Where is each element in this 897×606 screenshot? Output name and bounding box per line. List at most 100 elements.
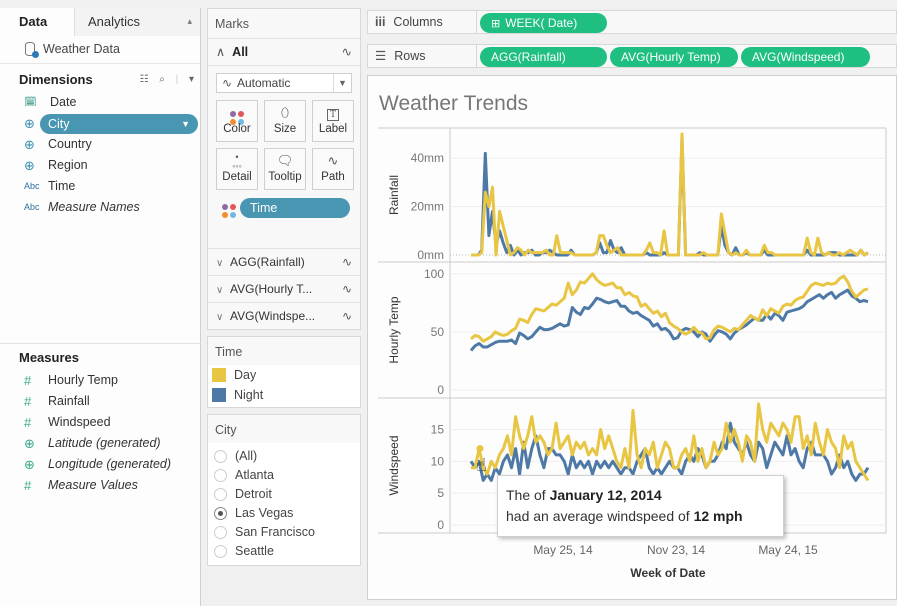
- datasource-name: Weather Data: [43, 42, 120, 56]
- y-axis-label: Rainfall: [387, 175, 401, 215]
- city-option-all[interactable]: (All): [208, 447, 360, 466]
- datasource-item[interactable]: Weather Data: [0, 36, 200, 64]
- option-label: Seattle: [235, 544, 274, 558]
- city-option-atlanta[interactable]: Atlanta: [208, 466, 360, 485]
- hourly-temp-pill[interactable]: AVG(Hourly Temp): [610, 47, 738, 67]
- radio-button[interactable]: [214, 545, 227, 558]
- radio-button[interactable]: [214, 488, 227, 501]
- radio-button-selected[interactable]: [214, 507, 227, 520]
- field-label: Longitude (generated): [48, 457, 172, 471]
- y-tick-label: 15: [431, 422, 445, 436]
- tooltip-button[interactable]: 🗨 Tooltip: [264, 148, 306, 190]
- path-icon: ∿: [327, 153, 339, 168]
- city-filter-title: City: [208, 415, 360, 443]
- city-option-san-francisco[interactable]: San Francisco: [208, 523, 360, 542]
- y-tick-label: 100: [424, 267, 444, 281]
- measures-title: Measures: [19, 350, 79, 365]
- measure-rainfall[interactable]: # Rainfall: [0, 391, 201, 412]
- measure-longitude[interactable]: ⊕ Longitude (generated): [0, 454, 201, 475]
- y-axis-label: Windspeed: [387, 435, 401, 495]
- tab-data[interactable]: Data: [0, 8, 74, 36]
- dimension-date[interactable]: 🗓 Date: [0, 92, 200, 113]
- legend-item-night[interactable]: Night: [208, 385, 360, 405]
- tooltip-line-1: The of January 12, 2014: [506, 485, 775, 506]
- data-pane: Data Analytics ▴ Weather Data Dimensions…: [0, 8, 201, 606]
- radio-button[interactable]: [214, 526, 227, 539]
- week-date-pill[interactable]: ⊞ WEEK( Date): [480, 13, 607, 33]
- measure-windspeed[interactable]: # Windspeed: [0, 412, 201, 433]
- dimension-measure-names[interactable]: Abc Measure Names: [0, 197, 200, 218]
- columns-shelf[interactable]: iii Columns ⊞ WEEK( Date): [367, 10, 897, 34]
- globe-icon: ⊕: [24, 436, 35, 451]
- database-icon: [25, 42, 39, 58]
- legend-item-day[interactable]: Day: [208, 365, 360, 385]
- globe-icon: ⊕: [24, 137, 35, 152]
- tab-analytics[interactable]: Analytics ▴: [74, 8, 200, 36]
- y-tick-label: 10: [431, 454, 445, 468]
- up-down-arrows-icon[interactable]: ▴: [187, 8, 192, 35]
- field-label: Country: [48, 137, 92, 151]
- chevron-down-icon: ∨: [216, 258, 224, 269]
- globe-icon: ⊕: [24, 457, 35, 472]
- radio-button[interactable]: [214, 450, 227, 463]
- rows-label: Rows: [394, 49, 426, 63]
- detail-label: Detail: [222, 171, 252, 183]
- marks-buttons: Color ⬯ Size T Label • ◦◦◦ Detail 🗨 Toolt…: [216, 100, 354, 190]
- city-option-seattle[interactable]: Seattle: [208, 542, 360, 561]
- legend-label: Day: [234, 368, 257, 382]
- expand-icon[interactable]: ⊞: [491, 18, 500, 30]
- chevron-down-icon[interactable]: ▼: [181, 114, 190, 134]
- series-line-day: [471, 132, 869, 257]
- columns-label: Columns: [393, 15, 443, 29]
- marks-row-hourly-temp[interactable]: ∨ AVG(Hourly T... ∿: [208, 275, 360, 302]
- dimension-city[interactable]: ⊕ City ▼: [0, 113, 200, 134]
- y-tick-label: 0: [437, 518, 444, 532]
- highlight-point: [476, 445, 484, 453]
- tooltip: The of January 12, 2014 had an average w…: [497, 475, 784, 537]
- path-button[interactable]: ∿ Path: [312, 148, 354, 190]
- marks-row-windspeed[interactable]: ∨ AVG(Windspe... ∿: [208, 302, 360, 329]
- city-option-detroit[interactable]: Detroit: [208, 485, 360, 504]
- size-button[interactable]: ⬯ Size: [264, 100, 306, 142]
- option-label: Atlanta: [235, 468, 274, 482]
- search-icon[interactable]: ⌕: [159, 74, 165, 85]
- line-mark-icon: ∿: [341, 282, 352, 296]
- y-tick-label: 40mm: [411, 151, 444, 165]
- dimension-region[interactable]: ⊕ Region: [0, 155, 200, 176]
- x-tick-label: Nov 23, 14: [647, 543, 705, 557]
- dimension-country[interactable]: ⊕ Country: [0, 134, 200, 155]
- city-pill-selected[interactable]: City ▼: [40, 114, 198, 134]
- tooltip-text: had an average windspeed of: [506, 508, 694, 524]
- marks-row-rainfall[interactable]: ∨ AGG(Rainfall) ∿: [208, 248, 360, 275]
- size-icon: ⬯: [280, 105, 290, 120]
- radio-button[interactable]: [214, 469, 227, 482]
- chevron-up-icon[interactable]: ∧: [216, 45, 225, 59]
- color-button[interactable]: Color: [216, 100, 258, 142]
- windspeed-pill[interactable]: AVG(Windspeed): [741, 47, 870, 67]
- columns-icon: iii: [375, 15, 386, 29]
- mark-type-dropdown[interactable]: ∿ Automatic ▼: [216, 73, 352, 93]
- detail-button[interactable]: • ◦◦◦ Detail: [216, 148, 258, 190]
- text-label-icon: T: [313, 105, 353, 123]
- rows-shelf[interactable]: ☰ Rows AGG(Rainfall) AVG(Hourly Temp) AVG…: [367, 44, 897, 68]
- marks-all-header[interactable]: ∧ All ∿: [208, 39, 360, 66]
- label-button[interactable]: T Label: [312, 100, 354, 142]
- time-color-pill[interactable]: Time: [240, 198, 350, 218]
- measure-latitude[interactable]: ⊕ Latitude (generated): [0, 433, 201, 454]
- abc-icon: Abc: [24, 181, 40, 191]
- dimension-time[interactable]: Abc Time: [0, 176, 200, 197]
- list-view-icon[interactable]: ☷: [139, 74, 148, 85]
- measure-measure-values[interactable]: # Measure Values: [0, 475, 201, 496]
- tooltip-value: 12 mph: [693, 508, 743, 524]
- chevron-down-icon[interactable]: ▼: [333, 74, 351, 92]
- city-filter-card: City (All) Atlanta Detroit Las Vegas San…: [207, 414, 361, 566]
- measure-hourly-temp[interactable]: # Hourly Temp: [0, 370, 201, 391]
- legend-label: Night: [234, 388, 264, 402]
- tooltip-label: Tooltip: [268, 171, 302, 183]
- tooltip-text: The of: [506, 487, 550, 503]
- chevron-down-icon[interactable]: ▾: [189, 74, 194, 85]
- option-label: San Francisco: [235, 525, 315, 539]
- city-option-las-vegas[interactable]: Las Vegas: [208, 504, 360, 523]
- hash-icon: #: [24, 373, 32, 388]
- rainfall-pill[interactable]: AGG(Rainfall): [480, 47, 607, 67]
